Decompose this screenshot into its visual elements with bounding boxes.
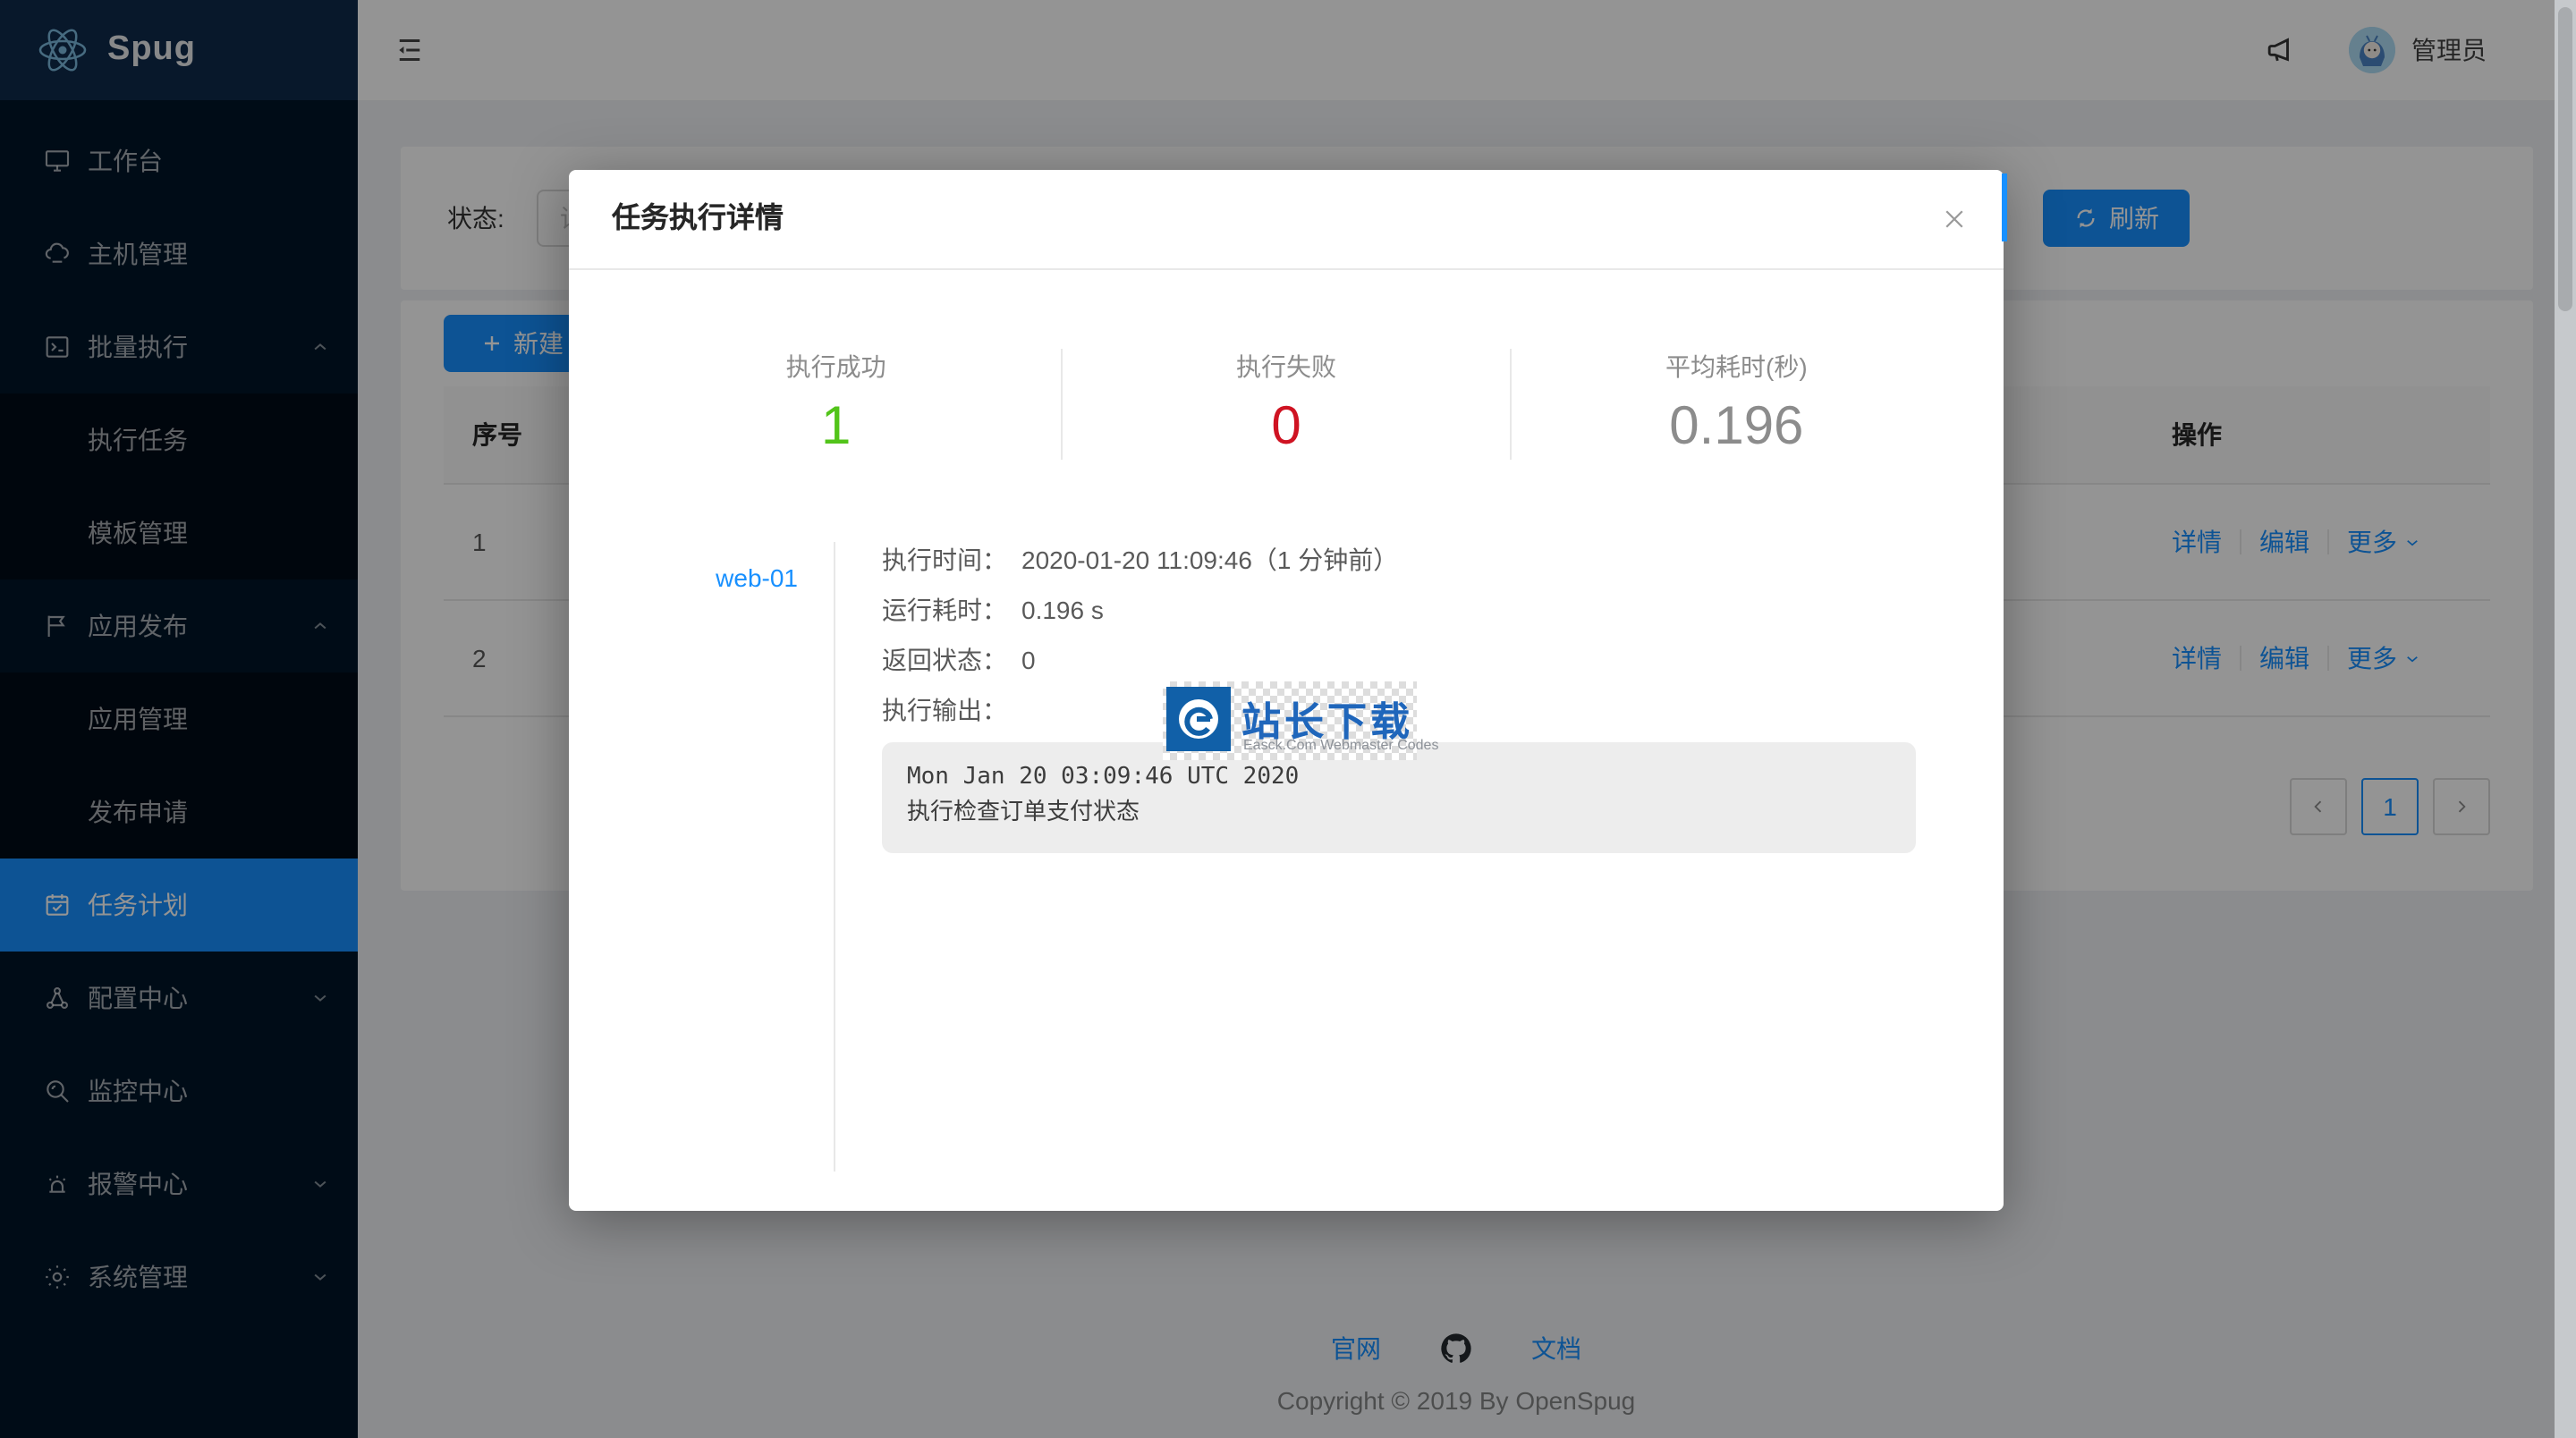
modal-title: 任务执行详情 (569, 170, 2004, 270)
scrollbar-track[interactable] (2555, 0, 2576, 1438)
output-line: 执行检查订单支付状态 (907, 796, 1891, 832)
app-viewport: Spug 工作台 主机管理 批量执行 执行任务 模板管理 (0, 0, 2576, 1438)
run-duration-value: 0.196 s (1021, 592, 1104, 628)
stat-success-value: 1 (612, 395, 1060, 460)
host-tab-web-01[interactable]: web-01 (569, 542, 834, 613)
stat-avg-value: 0.196 (1513, 395, 1961, 460)
modal-close-button[interactable] (1903, 170, 2004, 268)
run-duration-row: 运行耗时： 0.196 s (882, 592, 2004, 628)
return-code-value: 0 (1021, 642, 1036, 678)
return-code-row: 返回状态： 0 (882, 642, 2004, 678)
output-label-row: 执行输出： (882, 692, 2004, 728)
modal-detail: web-01 执行时间： 2020-01-20 11:09:46（1 分钟前） … (569, 542, 2004, 1172)
modal-stats: 执行成功 1 执行失败 0 平均耗时(秒) 0.196 (612, 349, 1961, 460)
stat-failed-value: 0 (1062, 395, 1510, 460)
host-tabs: web-01 (569, 542, 835, 1172)
exec-time-row: 执行时间： 2020-01-20 11:09:46（1 分钟前） (882, 542, 2004, 578)
tab-ink-bar (2002, 173, 2007, 241)
stat-avg-time: 平均耗时(秒) 0.196 (1513, 349, 1961, 460)
output-line: Mon Jan 20 03:09:46 UTC 2020 (907, 760, 1891, 796)
watermark-subtext: Easck.Com Webmaster Codes (1243, 737, 1438, 753)
execution-info: 执行时间： 2020-01-20 11:09:46（1 分钟前） 运行耗时： 0… (835, 542, 2004, 1172)
stat-success: 执行成功 1 (612, 349, 1062, 460)
exec-time-value: 2020-01-20 11:09:46（1 分钟前） (1021, 542, 1398, 578)
watermark-logo-icon (1166, 687, 1231, 751)
scrollbar-thumb[interactable] (2558, 7, 2572, 311)
stat-failed: 执行失败 0 (1062, 349, 1512, 460)
watermark: 站长下载 Easck.Com Webmaster Codes (1163, 681, 1417, 760)
close-icon (1940, 206, 1967, 233)
